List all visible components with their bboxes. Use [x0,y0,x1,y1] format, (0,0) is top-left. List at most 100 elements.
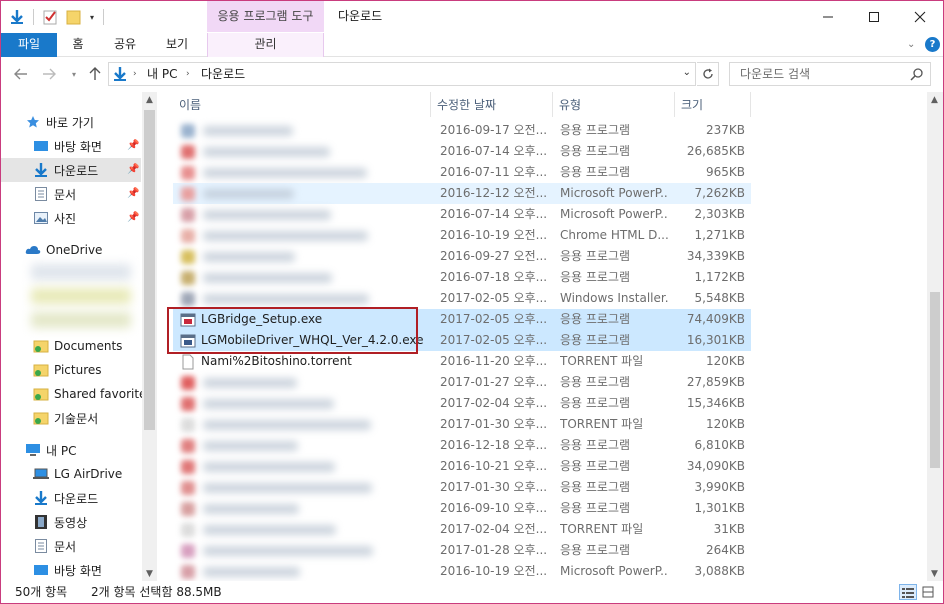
file-row[interactable]: 2017-02-05 오후... Windows Installer... 5,54… [173,288,751,309]
nav-onedrive-tech-docs-label: 기술문서 [54,411,99,426]
back-button[interactable] [11,64,31,84]
file-size: 965KB [705,165,745,179]
column-header-size[interactable]: 크기 [675,92,751,117]
scroll-down-icon[interactable]: ▼ [142,566,157,581]
file-row[interactable]: 2016-07-14 오후... 응용 프로그램 26,685KB [173,141,751,162]
file-date: 2017-02-05 오후... [440,333,548,347]
file-size: 15,346KB [686,396,745,410]
file-row[interactable]: 2017-01-27 오후... 응용 프로그램 27,859KB [173,372,751,393]
minimize-button[interactable] [805,1,851,32]
back-arrow-icon [14,68,27,80]
scrollbar-thumb[interactable] [144,110,155,430]
recent-locations-button[interactable]: ▾ [64,64,84,84]
nav-pc-documents[interactable]: 문서 [1,534,141,558]
nav-onedrive[interactable]: OneDrive [25,238,157,262]
file-type: 응용 프로그램 [560,480,631,494]
file-date: 2017-01-30 오후... [440,480,548,494]
scroll-up-icon[interactable]: ▲ [927,92,942,107]
file-row[interactable]: 2016-07-18 오후... 응용 프로그램 1,172KB [173,267,751,288]
film-icon [33,514,49,530]
tab-manage[interactable]: 관리 [207,33,324,57]
maximize-button[interactable] [851,1,897,32]
file-row[interactable]: 2016-10-21 오후... 응용 프로그램 34,090KB [173,456,751,477]
file-row[interactable]: 2016-12-18 오후... 응용 프로그램 6,810KB [173,435,751,456]
search-box[interactable] [729,62,931,86]
scroll-down-icon[interactable]: ▼ [927,566,942,581]
new-folder-icon[interactable] [66,9,82,25]
file-row[interactable]: 2016-12-12 오전... Microsoft PowerP... 7,262… [173,183,751,204]
file-row[interactable]: 2016-09-10 오후... 응용 프로그램 1,301KB [173,498,751,519]
nav-documents[interactable]: 문서 📌 [1,182,141,206]
file-row[interactable]: 2017-01-28 오후... 응용 프로그램 264KB [173,540,751,561]
nav-onedrive-documents[interactable]: Documents [1,334,141,358]
file-row[interactable]: Nami%2Bitoshino.torrent 2016-11-20 오후... T… [173,351,751,372]
column-header-name[interactable]: 이름 [173,92,431,117]
large-icons-view-button[interactable] [919,584,937,600]
file-size: 1,172KB [694,270,745,284]
scroll-up-icon[interactable]: ▲ [142,92,157,107]
address-bar[interactable]: › 내 PC › 다운로드 ⌄ [108,62,696,86]
nav-downloads[interactable]: 다운로드 📌 [1,158,141,182]
nav-pictures-label: 사진 [54,211,77,226]
file-row[interactable]: 2017-01-30 오후... TORRENT 파일 120KB [173,414,751,435]
file-row[interactable]: 2017-01-30 오후... 응용 프로그램 3,990KB [173,477,751,498]
nav-pc-documents-label: 문서 [54,539,77,554]
address-dropdown-icon[interactable]: ⌄ [683,67,691,78]
refresh-button[interactable] [697,62,719,86]
context-tab-app-tools[interactable]: 응용 프로그램 도구 [207,1,324,32]
column-header-type[interactable]: 유형 [553,92,675,117]
file-type: 응용 프로그램 [560,438,631,452]
tab-view[interactable]: 보기 [159,33,195,57]
redacted-file-name [203,252,295,262]
file-row[interactable]: 2016-10-19 오전... Microsoft PowerP... 3,088… [173,561,751,581]
nav-onedrive-tech-docs[interactable]: 기술문서 [1,406,141,430]
scrollbar-thumb[interactable] [930,292,940,468]
search-icon[interactable] [910,67,924,81]
file-row[interactable]: 2016-07-11 오후... 응용 프로그램 965KB [173,162,751,183]
nav-desktop[interactable]: 바탕 화면 📌 [1,134,141,158]
file-size: 7,262KB [694,186,745,200]
file-date: 2016-10-21 오후... [440,459,548,473]
up-button[interactable] [85,64,105,84]
file-row[interactable]: 2016-09-27 오전... 응용 프로그램 34,339KB [173,246,751,267]
nav-pane-scrollbar[interactable]: ▲ ▼ [142,92,157,581]
breadcrumb-this-pc[interactable]: 내 PC [147,63,177,85]
pictures-icon [33,210,49,226]
breadcrumb-downloads[interactable]: 다운로드 [201,63,245,85]
large-icons-view-icon [922,586,934,598]
close-button[interactable] [897,1,943,32]
redacted-nav-item [31,312,131,328]
help-icon[interactable]: ? [925,37,940,52]
file-row[interactable]: 2017-02-04 오후... 응용 프로그램 15,346KB [173,393,751,414]
redacted-file-name [203,231,368,241]
file-row[interactable]: 2016-10-19 오전... Chrome HTML D... 1,271KB [173,225,751,246]
redacted-file-name [203,294,369,304]
file-row[interactable]: 2016-09-17 오전... 응용 프로그램 237KB [173,120,751,141]
tab-share[interactable]: 공유 [107,33,143,57]
nav-videos[interactable]: 동영상 [1,510,141,534]
details-view-button[interactable] [899,584,917,600]
forward-button[interactable] [39,64,59,84]
file-row[interactable]: 2016-07-14 오후... Microsoft PowerP... 2,303… [173,204,751,225]
nav-onedrive-pictures[interactable]: Pictures [1,358,141,382]
nav-this-pc[interactable]: 내 PC [25,438,157,462]
expand-ribbon-icon[interactable]: ⌄ [907,39,915,50]
customize-dropdown-icon[interactable]: ▾ [90,13,94,22]
nav-pc-downloads[interactable]: 다운로드 [1,486,141,510]
tab-file[interactable]: 파일 [1,33,57,57]
nav-pc-desktop[interactable]: 바탕 화면 [1,558,141,581]
nav-lg-airdrive[interactable]: LG AirDrive [1,462,141,486]
forward-arrow-icon [43,68,56,80]
nav-pictures[interactable]: 사진 📌 [1,206,141,230]
tab-home[interactable]: 홈 [63,33,93,57]
column-header-date[interactable]: 수정한 날짜 [431,92,553,117]
search-input[interactable] [730,63,906,85]
file-row[interactable]: 2017-02-04 오전... TORRENT 파일 31KB [173,519,751,540]
nav-quick-access[interactable]: 바로 가기 [25,110,157,134]
breadcrumb-separator-icon: › [133,69,137,79]
file-list-scrollbar[interactable]: ▲ ▼ [927,92,943,581]
file-size: 120KB [705,417,745,431]
nav-onedrive-shared-favorites[interactable]: Shared favorites [1,382,153,406]
laptop-icon [33,466,49,482]
properties-icon[interactable] [42,9,58,25]
